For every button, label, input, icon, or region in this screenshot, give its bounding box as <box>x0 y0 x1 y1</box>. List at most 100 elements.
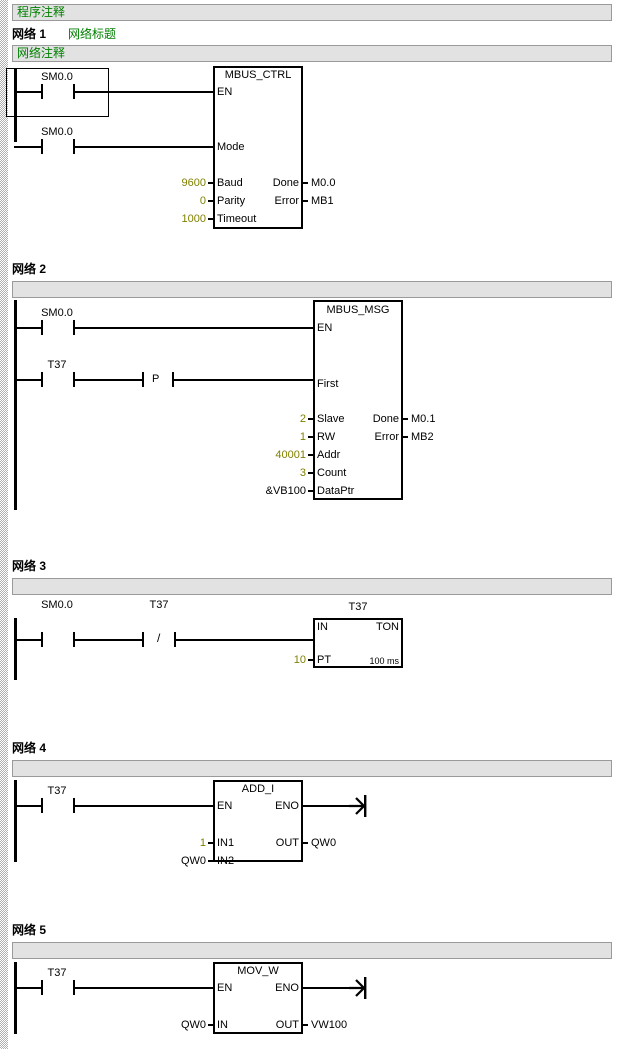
pin-stub-error-n2 <box>403 436 408 438</box>
contact-label-t37-n5: T37 <box>47 967 67 979</box>
pin-error-n2: Error <box>374 431 399 443</box>
value-parity-n1[interactable]: 0 <box>148 196 206 207</box>
contact-label-sm00-n1r1: SM0.0 <box>41 71 73 83</box>
pin-timeout-n1: Timeout <box>217 213 257 225</box>
network-2-header: 网络 2 <box>12 261 46 278</box>
pin-stub-dataptr <box>308 490 313 492</box>
value-done-n1[interactable]: M0.0 <box>311 178 335 189</box>
pin-en-n2: EN <box>317 322 333 334</box>
network-5-comment-bar[interactable] <box>12 942 612 959</box>
program-comment-bar[interactable]: 程序注释 <box>12 4 612 21</box>
value-pt-n3[interactable]: 10 <box>248 655 306 666</box>
network-1-comment-bar[interactable]: 网络注释 <box>12 45 612 62</box>
pin-en-n4: EN <box>217 800 233 812</box>
value-out-n5[interactable]: VW100 <box>311 1020 347 1031</box>
wire-n3-b <box>75 639 142 641</box>
negated-contact-slash-icon: / <box>157 631 161 645</box>
network-3-header: 网络 3 <box>12 558 46 575</box>
function-block-name-t37: T37 <box>348 601 368 613</box>
line-end-arrow-icon-n4 <box>347 793 369 819</box>
value-in1-n4[interactable]: 1 <box>150 838 206 849</box>
pin-stub-in2 <box>208 860 213 862</box>
value-out-n4[interactable]: QW0 <box>311 838 336 849</box>
value-rw-n2[interactable]: 1 <box>238 432 306 443</box>
pin-ton-n3: TON <box>375 621 399 633</box>
pin-stub-parity <box>208 200 213 202</box>
network-2-label: 网络 2 <box>12 262 47 276</box>
pin-stub-out-n5 <box>303 1024 308 1026</box>
contact-bar-left-n2r2[interactable] <box>41 372 43 387</box>
edge-bar-left-n2[interactable] <box>142 372 144 387</box>
value-error-n1[interactable]: MB1 <box>311 196 334 207</box>
pin-en-n1: EN <box>217 86 233 98</box>
power-rail-net3 <box>14 618 17 680</box>
contact-label-sm00-n2r1: SM0.0 <box>41 307 73 319</box>
wire-n3-a <box>14 639 41 641</box>
value-in-n5[interactable]: QW0 <box>150 1020 206 1031</box>
pin-stub-in-n5 <box>208 1024 213 1026</box>
wire-n1r2-a <box>14 146 41 148</box>
contact-bar-left-n1r1[interactable] <box>41 84 43 99</box>
value-slave-n2[interactable]: 2 <box>238 414 306 425</box>
pin-eno-n4: ENO <box>275 800 299 812</box>
network-2-comment-bar[interactable] <box>12 281 612 298</box>
contact-bar-left-n5[interactable] <box>41 980 43 995</box>
pin-stub-out-n4 <box>303 842 308 844</box>
wire-n5-a <box>14 987 41 989</box>
contact-label-sm00-n3: SM0.0 <box>41 599 73 611</box>
wire-n4-eno <box>303 805 351 807</box>
value-done-n2[interactable]: M0.1 <box>411 414 435 425</box>
function-block-name-mov-w: MOV_W <box>237 965 279 977</box>
value-in2-n4[interactable]: QW0 <box>150 856 206 867</box>
contact-bar-left-n3b[interactable] <box>142 632 144 647</box>
contact-label-t37-n4: T37 <box>47 785 67 797</box>
network-3-comment-bar[interactable] <box>12 578 612 595</box>
pin-stub-done <box>303 182 308 184</box>
power-rail-net2 <box>14 300 17 510</box>
value-addr-n2[interactable]: 40001 <box>238 450 306 461</box>
contact-label-t37-n2r2: T37 <box>47 359 67 371</box>
network-4-comment-bar[interactable] <box>12 760 612 777</box>
positive-edge-icon[interactable]: P <box>152 374 159 385</box>
network-1-title[interactable]: 网络标题 <box>68 27 116 41</box>
pin-addr-n2: Addr <box>317 449 341 461</box>
wire-n2r1-a <box>14 327 41 329</box>
pin-count-n2: Count <box>317 467 347 479</box>
contact-label-t37-n3: T37 <box>149 599 169 611</box>
pin-done-n2: Done <box>372 413 399 425</box>
editor-gutter-rail <box>0 0 8 1049</box>
pin-pt-n3: PT <box>317 654 332 666</box>
value-dataptr-n2[interactable]: &VB100 <box>238 486 306 497</box>
contact-bar-left-n2r1[interactable] <box>41 320 43 335</box>
pin-stub-done-n2 <box>403 418 408 420</box>
value-baud-n1[interactable]: 9600 <box>148 178 206 189</box>
wire-n2r2-b <box>75 379 142 381</box>
pin-stub-in1 <box>208 842 213 844</box>
function-block-name-add-i: ADD_I <box>241 783 275 795</box>
function-block-name-mbus-ctrl: MBUS_CTRL <box>224 69 292 81</box>
pin-in1-n4: IN1 <box>217 837 235 849</box>
pin-out-n5: OUT <box>275 1019 299 1031</box>
pin-stub-error <box>303 200 308 202</box>
pin-stub-addr <box>308 454 313 456</box>
wire-n1r1-b <box>75 91 213 93</box>
line-end-arrow-icon-n5 <box>347 975 369 1001</box>
pin-stub-pt <box>308 659 313 661</box>
value-count-n2[interactable]: 3 <box>238 468 306 479</box>
power-rail-net4 <box>14 780 17 862</box>
pin-in2-n4: IN2 <box>217 855 235 867</box>
value-timeout-n1[interactable]: 1000 <box>148 214 206 225</box>
contact-bar-left-n4[interactable] <box>41 798 43 813</box>
pin-done-n1: Done <box>272 177 299 189</box>
wire-n2r1-b <box>75 327 314 329</box>
pin-stub-slave <box>308 418 313 420</box>
contact-bar-left-n1r2[interactable] <box>41 139 43 154</box>
pin-error-n1: Error <box>274 195 299 207</box>
timebase-label-n3: 100 ms <box>369 656 399 666</box>
contact-bar-left-n3a[interactable] <box>41 632 43 647</box>
wire-n2r2-a <box>14 379 41 381</box>
network-4-label: 网络 4 <box>12 741 47 755</box>
pin-eno-n5: ENO <box>275 982 299 994</box>
pin-en-n5: EN <box>217 982 233 994</box>
value-error-n2[interactable]: MB2 <box>411 432 434 443</box>
